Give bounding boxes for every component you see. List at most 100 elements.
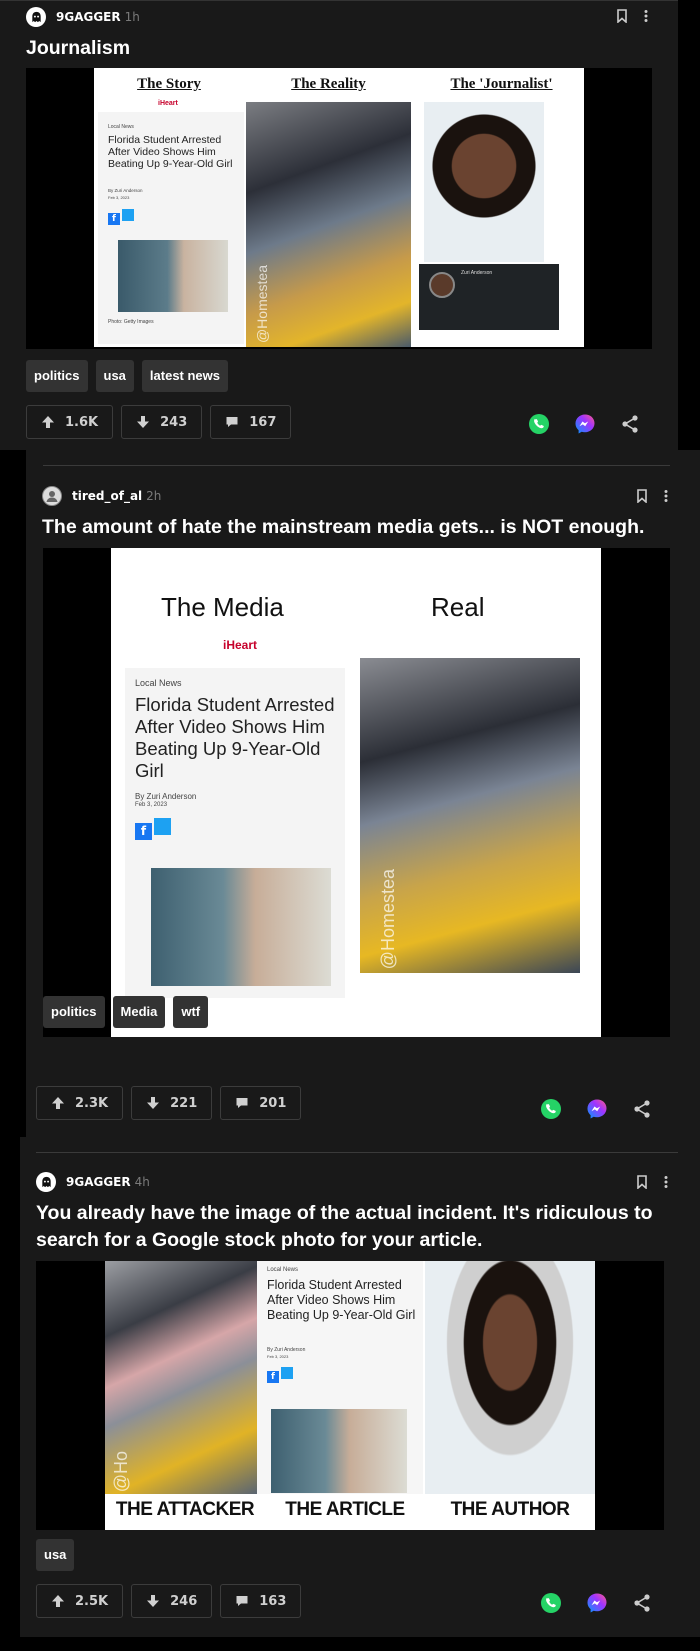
share-icon[interactable] <box>632 1099 652 1119</box>
downvote-button[interactable]: 246 <box>131 1584 213 1618</box>
user-avatar-icon <box>46 491 58 502</box>
arrow-down-icon <box>147 1097 160 1109</box>
more-options-icon[interactable] <box>644 9 648 23</box>
avatar[interactable] <box>36 1172 56 1192</box>
attacker-photo: @Ho <box>105 1261 257 1494</box>
post-author[interactable]: 9GAGGER <box>66 1175 131 1189</box>
ghost-icon <box>41 1176 51 1187</box>
vote-bar: 2.3K 221 201 <box>36 1086 302 1120</box>
facebook-icon: f <box>135 823 152 840</box>
meme-image: The Media Real iHeart Local News Florida… <box>111 548 601 1037</box>
whatsapp-icon[interactable] <box>528 413 550 435</box>
arrow-down-icon <box>147 1595 160 1607</box>
whatsapp-icon[interactable] <box>540 1592 562 1614</box>
tag[interactable]: politics <box>26 360 88 392</box>
post-title[interactable]: Journalism <box>26 35 646 62</box>
post-time: 1h <box>124 10 140 24</box>
article-category: Local News <box>267 1267 299 1273</box>
share-icon[interactable] <box>620 414 640 434</box>
stock-photo <box>118 240 228 312</box>
downvote-button[interactable]: 221 <box>131 1086 213 1120</box>
watermark: @Ho <box>111 1450 131 1492</box>
post-image[interactable]: The Story The Reality The 'Journalist' i… <box>26 68 652 349</box>
meme-image: The Story The Reality The 'Journalist' i… <box>94 68 584 347</box>
tag[interactable]: politics <box>43 996 105 1028</box>
social-share-icons: f <box>108 206 134 225</box>
arrow-up-icon <box>52 1595 64 1607</box>
avatar[interactable] <box>42 486 62 506</box>
photo-credit: Photo: Getty Images <box>108 319 154 325</box>
post-card: 9GAGGER 1h Journalism The Story The Real… <box>0 0 678 450</box>
upvote-count: 2.5K <box>75 1593 109 1609</box>
image-caption: THE AUTHOR <box>450 1499 570 1520</box>
brand-logo: iHeart <box>158 100 178 107</box>
upvote-button[interactable]: 2.5K <box>36 1584 124 1618</box>
post-image[interactable]: The Media Real iHeart Local News Florida… <box>43 548 670 1037</box>
upvote-count: 1.6K <box>65 414 99 430</box>
article-card: Local News Florida Student Arrested Afte… <box>257 1261 423 1494</box>
upvote-button[interactable]: 2.3K <box>36 1086 124 1120</box>
more-options-icon[interactable] <box>664 1175 668 1189</box>
comment-icon <box>236 1596 248 1606</box>
article-byline: By Zuri Anderson <box>108 188 143 193</box>
post-image[interactable]: @Ho Local News Florida Student Arrested … <box>36 1261 664 1530</box>
messenger-icon[interactable] <box>574 413 596 435</box>
vote-bar: 2.5K 246 163 <box>36 1584 302 1618</box>
article-headline: Florida Student Arrested After Video Sho… <box>108 134 233 170</box>
downvote-button[interactable]: 243 <box>121 405 203 439</box>
article-byline: By Zuri Anderson <box>135 792 197 801</box>
author-portrait <box>425 1261 595 1494</box>
column-heading: The 'Journalist' <box>450 76 553 92</box>
post-card: tired_of_al 2h The amount of hate the ma… <box>26 450 700 1137</box>
bookmark-icon[interactable] <box>636 489 648 503</box>
post-header: tired_of_al 2h <box>42 486 161 506</box>
post-time: 4h <box>134 1175 150 1189</box>
tag-list: usa <box>36 1539 75 1571</box>
post-title[interactable]: You already have the image of the actual… <box>36 1200 676 1254</box>
messenger-icon[interactable] <box>586 1592 608 1614</box>
twitter-icon <box>122 209 134 221</box>
bookmark-icon[interactable] <box>636 1175 648 1189</box>
facebook-icon: f <box>108 213 120 225</box>
share-bar <box>540 1592 652 1614</box>
meme-image: @Ho Local News Florida Student Arrested … <box>105 1261 595 1530</box>
messenger-icon[interactable] <box>586 1098 608 1120</box>
post-header: 9GAGGER 1h <box>26 7 140 27</box>
post-title[interactable]: The amount of hate the mainstream media … <box>42 514 682 541</box>
tag[interactable]: latest news <box>141 360 229 392</box>
article-date: Feb 3, 2023 <box>267 1354 289 1359</box>
stock-photo <box>151 868 331 986</box>
article-byline: By Zuri Anderson <box>267 1347 306 1353</box>
article-category: Local News <box>108 124 134 130</box>
divider <box>36 1152 678 1153</box>
post-author[interactable]: tired_of_al <box>72 489 142 503</box>
bookmark-icon[interactable] <box>616 9 628 23</box>
share-icon[interactable] <box>632 1593 652 1613</box>
tag[interactable]: usa <box>36 1539 75 1571</box>
tag[interactable]: wtf <box>173 996 209 1028</box>
facebook-icon: f <box>267 1371 279 1383</box>
upvote-button[interactable]: 1.6K <box>26 405 114 439</box>
downvote-count: 246 <box>170 1593 198 1609</box>
downvote-count: 243 <box>160 414 188 430</box>
post-header: 9GAGGER 4h <box>36 1172 150 1192</box>
comment-count: 167 <box>249 414 277 430</box>
twitter-icon <box>281 1367 293 1379</box>
tag[interactable]: Media <box>112 996 166 1028</box>
social-share-icons: f <box>267 1364 293 1383</box>
social-share-icons: f <box>135 818 171 840</box>
tag[interactable]: usa <box>95 360 134 392</box>
comment-icon <box>226 417 238 427</box>
post-author[interactable]: 9GAGGER <box>56 10 121 24</box>
comments-button[interactable]: 167 <box>210 405 292 439</box>
comment-count: 201 <box>259 1095 287 1111</box>
column-heading: Real <box>431 592 485 622</box>
post-card: 9GAGGER 4h You already have the image of… <box>20 1137 700 1637</box>
whatsapp-icon[interactable] <box>540 1098 562 1120</box>
video-still-photo: @Homestea <box>360 658 580 973</box>
comments-button[interactable]: 163 <box>220 1584 302 1618</box>
comments-button[interactable]: 201 <box>220 1086 302 1120</box>
ghost-icon <box>31 11 41 22</box>
avatar[interactable] <box>26 7 46 27</box>
more-options-icon[interactable] <box>664 489 668 503</box>
